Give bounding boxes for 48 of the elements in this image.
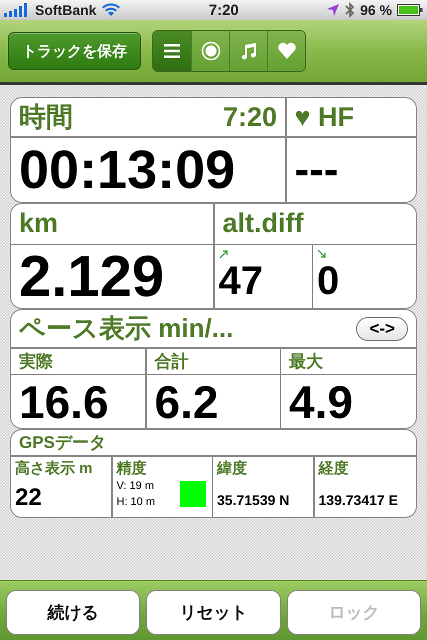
list-icon: [162, 41, 182, 61]
pace-value: 6.2: [154, 375, 218, 428]
field-label: 緯度: [217, 458, 247, 478]
field-label: 精度: [116, 458, 146, 478]
card-title: ペース表示 min/...: [19, 312, 234, 345]
card-title: ♥ HF: [294, 102, 354, 132]
record-icon: [200, 41, 220, 61]
column-label: 合計: [154, 350, 188, 372]
carrier-name: SoftBank: [35, 2, 96, 18]
horizontal-accuracy: H: 10 m: [116, 494, 156, 510]
field-label: 高さ表示 m: [15, 458, 93, 478]
up-arrow-icon: [218, 249, 228, 259]
column-label: 実際: [19, 350, 53, 372]
action-button[interactable]: 続ける: [6, 590, 140, 635]
longitude-value: 139.73417 E: [318, 492, 398, 508]
action-button[interactable]: リセット: [146, 590, 281, 635]
card-title: 時間: [19, 101, 73, 134]
elapsed-time: 00:13:09: [19, 138, 236, 200]
view-tab[interactable]: [229, 31, 267, 71]
card-title: km: [19, 208, 58, 239]
altitude-value: 22: [15, 484, 42, 512]
toggle-button[interactable]: <->: [356, 316, 408, 340]
save-track-button[interactable]: トラックを保存: [8, 32, 141, 70]
current-time: 7:20: [222, 102, 277, 132]
battery-icon: [397, 4, 423, 16]
view-tab[interactable]: [267, 31, 305, 71]
heart-rate-value: ---: [294, 144, 338, 194]
field-label: 経度: [318, 458, 348, 478]
heart-icon: [276, 41, 296, 61]
column-label: 最大: [289, 350, 323, 372]
card-title: alt.diff: [222, 208, 304, 239]
wifi-icon: [101, 3, 122, 17]
signal-icon: [4, 3, 30, 17]
down-arrow-icon: [317, 249, 327, 259]
vertical-accuracy: V: 19 m: [116, 478, 155, 494]
pace-value: 4.9: [289, 375, 353, 428]
battery-percent: 96 %: [360, 2, 392, 18]
clock-time: 7:20: [208, 2, 240, 18]
view-tab[interactable]: [153, 31, 191, 71]
card-title: GPSデータ: [19, 432, 106, 454]
view-tab[interactable]: [191, 31, 229, 71]
latitude-value: 35.71539 N: [217, 492, 290, 508]
bluetooth-icon: [345, 2, 356, 18]
pace-value: 16.6: [19, 375, 109, 428]
distance-value: 2.129: [19, 245, 164, 308]
ascent-value: 47: [218, 259, 263, 303]
location-arrow-icon: [326, 3, 340, 17]
descent-value: 0: [317, 259, 340, 303]
